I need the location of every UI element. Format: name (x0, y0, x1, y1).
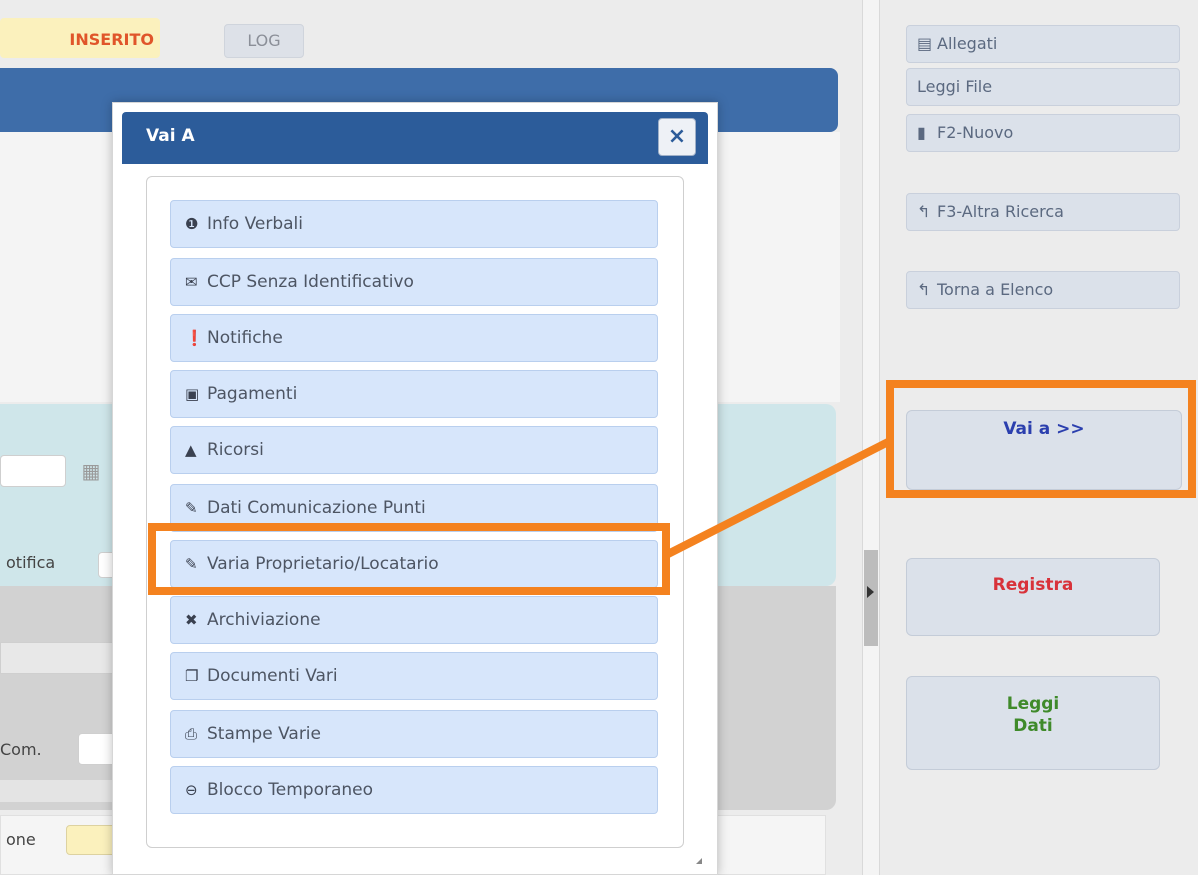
connector-line (666, 436, 894, 558)
highlight-connector (666, 436, 894, 558)
